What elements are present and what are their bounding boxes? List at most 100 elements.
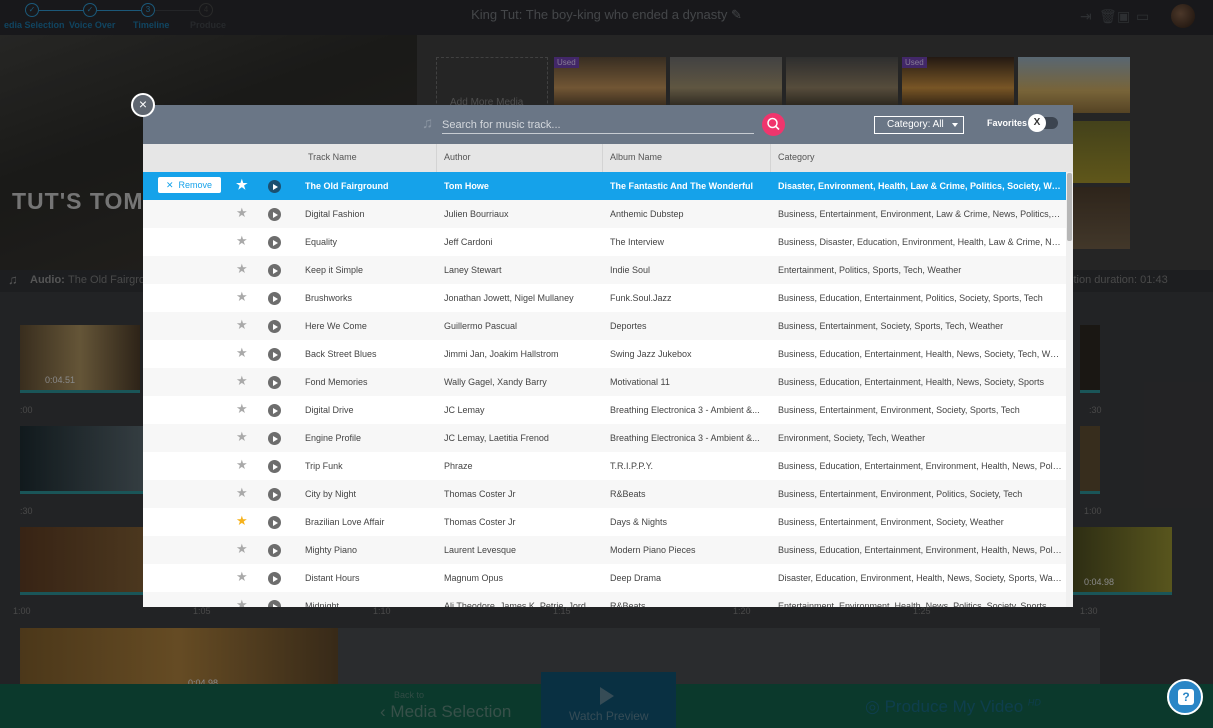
favorite-star-icon[interactable]: ★	[236, 542, 248, 556]
favorite-star-icon[interactable]: ★	[236, 346, 248, 360]
play-track-icon[interactable]	[268, 432, 281, 445]
track-row[interactable]: ★ Distant Hours Magnum Opus Deep Drama Disas…	[143, 564, 1066, 592]
play-track-icon[interactable]	[268, 208, 281, 221]
track-category: Business, Education, Entertainment, Envi…	[778, 461, 1062, 471]
track-category: Business, Entertainment, Environment, La…	[778, 209, 1062, 219]
close-icon: ×	[138, 96, 148, 112]
play-track-icon[interactable]	[268, 572, 281, 585]
play-track-icon[interactable]	[268, 292, 281, 305]
remove-track-button[interactable]: ✕ Remove	[158, 177, 221, 193]
track-author: Thomas Coster Jr	[444, 489, 516, 499]
help-icon: ?	[1178, 689, 1194, 705]
favorite-star-icon[interactable]: ★	[236, 318, 248, 332]
track-row[interactable]: ★ Mighty Piano Laurent Levesque Modern Pian…	[143, 536, 1066, 564]
track-name: Brushworks	[305, 293, 353, 303]
scrollbar-thumb[interactable]	[1067, 173, 1072, 241]
track-author: Magnum Opus	[444, 573, 504, 583]
column-album-name[interactable]: Album Name	[602, 144, 770, 172]
track-row[interactable]: ★ Trip Funk Phraze T.R.I.P.P.Y. Business, Ed…	[143, 452, 1066, 480]
track-category: Entertainment, Environment, Health, News…	[778, 601, 1047, 607]
play-track-icon[interactable]	[268, 544, 281, 557]
track-name: Distant Hours	[305, 573, 360, 583]
column-track-name[interactable]: Track Name	[301, 144, 437, 172]
favorite-star-icon[interactable]: ★	[236, 598, 248, 608]
track-author: Ali Theodore, James K. Petrie, Jord...	[444, 601, 594, 607]
track-album: R&Beats	[610, 601, 646, 607]
track-row[interactable]: ★ Keep it Simple Laney Stewart Indie Soul En…	[143, 256, 1066, 284]
favorite-star-icon[interactable]: ★	[236, 262, 248, 276]
track-category: Business, Education, Entertainment, Heal…	[778, 349, 1062, 359]
track-row[interactable]: ★ Equality Jeff Cardoni The Interview Busine…	[143, 228, 1066, 256]
favorites-toggle[interactable]: X	[1028, 114, 1058, 132]
track-row[interactable]: ★ Digital Drive JC Lemay Breathing Electron…	[143, 396, 1066, 424]
play-track-icon[interactable]	[268, 320, 281, 333]
table-header: Track Name Author Album Name Category	[143, 144, 1073, 172]
track-category: Disaster, Education, Environment, Health…	[778, 573, 1062, 583]
play-track-icon[interactable]	[268, 376, 281, 389]
play-track-icon[interactable]	[268, 460, 281, 473]
track-row[interactable]: ★ City by Night Thomas Coster Jr R&Beats Bus…	[143, 480, 1066, 508]
track-album: Modern Piano Pieces	[610, 545, 696, 555]
track-row[interactable]: ✕ Remove ★ The Old Fairground Tom Howe The Fa…	[143, 172, 1066, 200]
favorite-star-icon[interactable]: ★	[236, 290, 248, 304]
play-track-icon[interactable]	[268, 516, 281, 529]
modal-header: ♫ Category: All Favorites X	[143, 105, 1073, 144]
favorite-star-icon[interactable]: ★	[236, 514, 248, 528]
play-track-icon[interactable]	[268, 264, 281, 277]
play-track-icon[interactable]	[268, 600, 281, 607]
track-album: Deep Drama	[610, 573, 662, 583]
track-album: Indie Soul	[610, 265, 651, 275]
track-author: Jonathan Jowett, Nigel Mullaney	[444, 293, 574, 303]
play-track-icon[interactable]	[268, 236, 281, 249]
track-row[interactable]: ★ Engine Profile JC Lemay, Laetitia Frenod…	[143, 424, 1066, 452]
column-author[interactable]: Author	[436, 144, 602, 172]
favorite-star-icon[interactable]: ★	[236, 374, 248, 388]
track-author: Tom Howe	[444, 181, 489, 191]
music-search-input[interactable]	[442, 116, 754, 134]
track-author: Laney Stewart	[444, 265, 502, 275]
play-track-icon[interactable]	[268, 488, 281, 501]
help-chat-button[interactable]: ?	[1167, 679, 1203, 715]
favorite-star-icon[interactable]: ★	[236, 458, 248, 472]
caret-down-icon	[952, 123, 958, 127]
track-author: Thomas Coster Jr	[444, 517, 516, 527]
track-row[interactable]: ★ Back Street Blues Jimmi Jan, Joakim Hall…	[143, 340, 1066, 368]
favorite-star-icon[interactable]: ★	[236, 570, 248, 584]
track-category: Business, Disaster, Education, Environme…	[778, 237, 1062, 247]
track-name: Engine Profile	[305, 433, 362, 443]
track-row[interactable]: ★ Fond Memories Wally Gagel, Xandy Barry Mo…	[143, 368, 1066, 396]
track-row[interactable]: ★ Midnight Ali Theodore, James K. Petrie, …	[143, 592, 1066, 607]
search-button[interactable]	[762, 113, 785, 136]
track-album: Days & Nights	[610, 517, 668, 527]
track-category: Business, Education, Entertainment, Envi…	[778, 545, 1062, 555]
track-name: Back Street Blues	[305, 349, 377, 359]
favorite-star-icon[interactable]: ★	[236, 486, 248, 500]
track-author: Jimmi Jan, Joakim Hallstrom	[444, 349, 559, 359]
close-modal-button[interactable]: ×	[131, 93, 155, 117]
play-track-icon[interactable]	[268, 348, 281, 361]
track-author: Julien Bourriaux	[444, 209, 509, 219]
track-name: City by Night	[305, 489, 357, 499]
play-track-icon[interactable]	[268, 404, 281, 417]
track-author: Phraze	[444, 461, 473, 471]
track-row[interactable]: ★ Digital Fashion Julien Bourriaux Anthemic…	[143, 200, 1066, 228]
track-author: JC Lemay	[444, 405, 485, 415]
column-category[interactable]: Category	[770, 144, 1073, 172]
category-select[interactable]: Category: All	[874, 116, 964, 134]
track-row[interactable]: ★ Brushworks Jonathan Jowett, Nigel Mullan…	[143, 284, 1066, 312]
track-album: The Fantastic And The Wonderful	[610, 181, 754, 191]
favorite-star-icon[interactable]: ★	[236, 430, 248, 444]
track-row[interactable]: ★ Here We Come Guillermo Pascual Deportes Bu…	[143, 312, 1066, 340]
track-name: Digital Drive	[305, 405, 354, 415]
track-name: Here We Come	[305, 321, 367, 331]
favorite-star-icon[interactable]: ★	[236, 234, 248, 248]
favorite-star-icon[interactable]: ★	[236, 178, 248, 192]
favorite-star-icon[interactable]: ★	[236, 402, 248, 416]
favorite-star-icon[interactable]: ★	[236, 206, 248, 220]
track-album: R&Beats	[610, 489, 646, 499]
track-category: Environment, Society, Tech, Weather	[778, 433, 926, 443]
track-category: Disaster, Environment, Health, Law & Cri…	[778, 181, 1062, 191]
track-row[interactable]: ★ Brazilian Love Affair Thomas Coster Jr Da…	[143, 508, 1066, 536]
search-icon	[767, 117, 780, 131]
play-track-icon[interactable]	[268, 180, 281, 193]
